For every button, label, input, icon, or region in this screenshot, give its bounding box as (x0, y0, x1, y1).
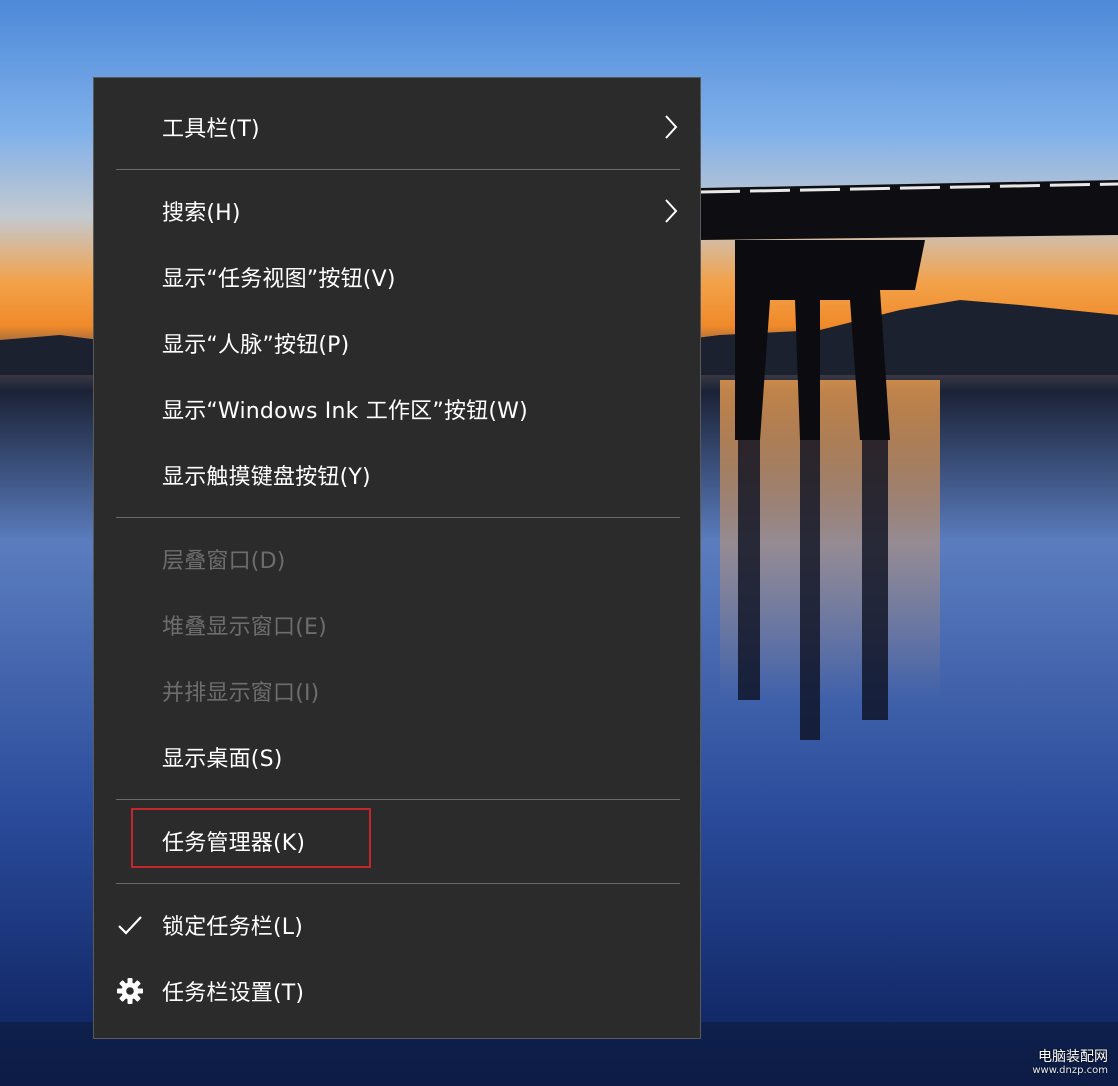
menu-item-show-task-view-button[interactable]: 显示“任务视图”按钮(V) (94, 247, 700, 307)
menu-item-task-manager[interactable]: 任务管理器(K) (94, 811, 700, 871)
chevron-right-icon (665, 115, 678, 139)
menu-item-label: 显示桌面(S) (162, 747, 283, 772)
menu-item-show-desktop[interactable]: 显示桌面(S) (94, 727, 700, 787)
menu-item-side-by-side-windows: 并排显示窗口(I) (94, 661, 700, 721)
menu-item-label: 堆叠显示窗口(E) (162, 615, 327, 640)
menu-separator (116, 169, 680, 170)
menu-item-show-people-button[interactable]: 显示“人脉”按钮(P) (94, 313, 700, 373)
menu-item-label: 任务管理器(K) (162, 831, 306, 856)
menu-item-label: 锁定任务栏(L) (162, 915, 304, 940)
watermark-title: 电脑装配网 (1038, 1049, 1108, 1065)
menu-item-stack-windows: 堆叠显示窗口(E) (94, 595, 700, 655)
taskbar-context-menu: 工具栏(T) 搜索(H) 显示“任务视图”按钮(V) 显示“人脉”按钮(P) 显… (93, 77, 701, 1039)
checkmark-icon (118, 916, 142, 935)
menu-item-toolbars[interactable]: 工具栏(T) (94, 97, 700, 157)
menu-item-label: 显示“任务视图”按钮(V) (162, 267, 396, 292)
menu-separator (116, 883, 680, 884)
menu-item-label: 并排显示窗口(I) (162, 681, 320, 706)
menu-item-show-touch-keyboard-button[interactable]: 显示触摸键盘按钮(Y) (94, 445, 700, 505)
watermark: 电脑装配网 www.dnzp.com (1032, 1050, 1108, 1078)
gear-icon (117, 978, 143, 1004)
menu-item-label: 工具栏(T) (162, 117, 260, 142)
menu-item-cascade-windows: 层叠窗口(D) (94, 529, 700, 589)
menu-separator (116, 799, 680, 800)
chevron-right-icon (665, 199, 678, 223)
watermark-url: www.dnzp.com (1032, 1065, 1108, 1076)
menu-item-label: 层叠窗口(D) (162, 549, 286, 574)
menu-item-lock-taskbar[interactable]: 锁定任务栏(L) (94, 895, 700, 955)
menu-item-taskbar-settings[interactable]: 任务栏设置(T) (94, 961, 700, 1021)
menu-item-search[interactable]: 搜索(H) (94, 181, 700, 241)
menu-item-show-windows-ink-button[interactable]: 显示“Windows Ink 工作区”按钮(W) (94, 379, 700, 439)
menu-separator (116, 517, 680, 518)
menu-item-label: 显示触摸键盘按钮(Y) (162, 465, 371, 490)
menu-item-label: 显示“Windows Ink 工作区”按钮(W) (162, 399, 528, 424)
menu-item-label: 显示“人脉”按钮(P) (162, 333, 350, 358)
menu-item-label: 任务栏设置(T) (162, 981, 305, 1006)
menu-item-label: 搜索(H) (162, 201, 241, 226)
